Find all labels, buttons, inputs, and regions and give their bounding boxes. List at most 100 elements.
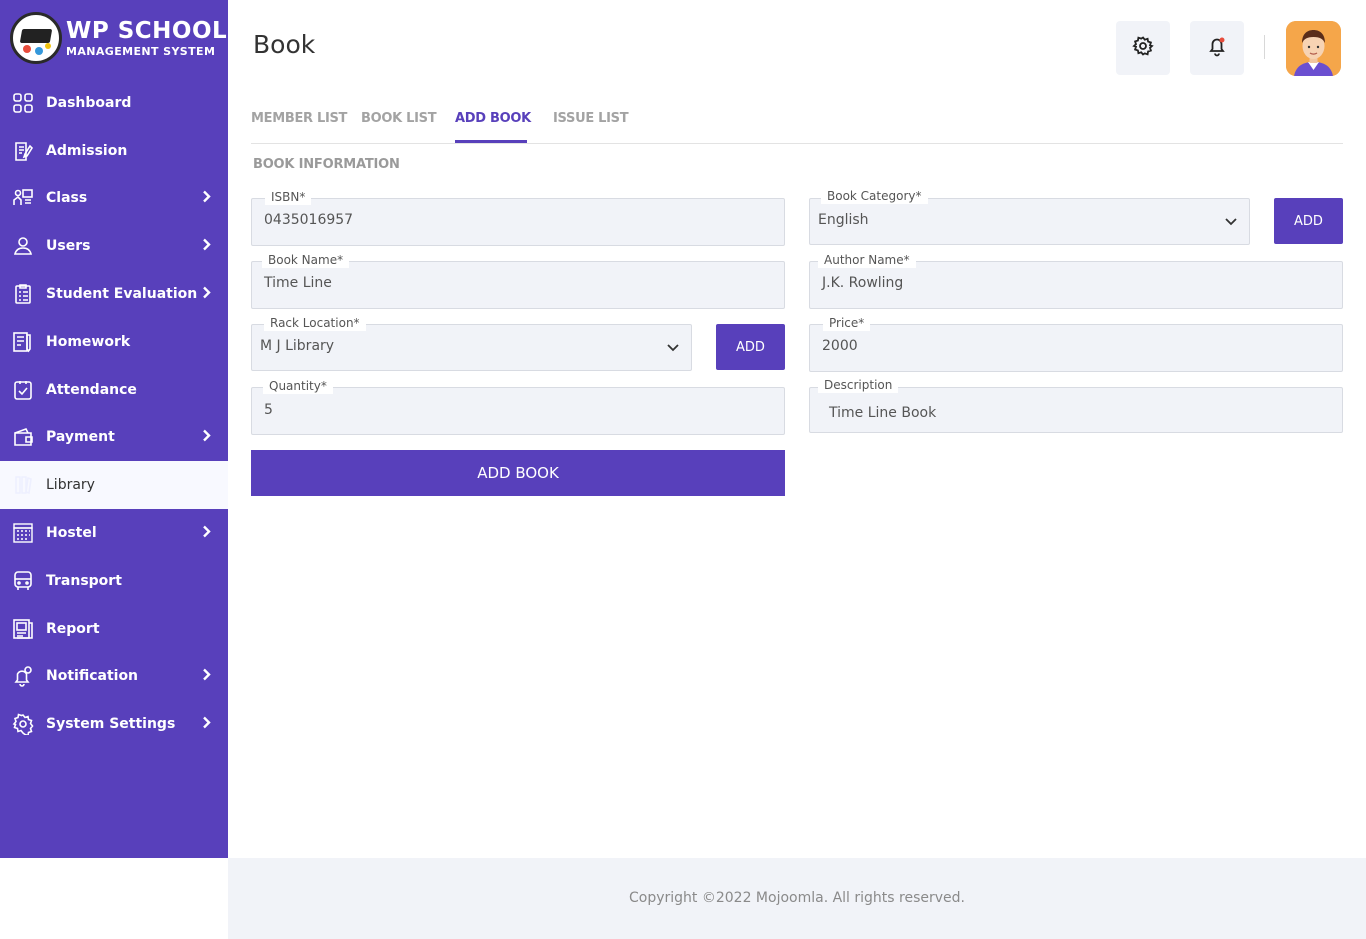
field-label: ISBN* bbox=[265, 190, 312, 205]
field-label: Author Name* bbox=[818, 253, 916, 268]
field-value: 0435016957 bbox=[264, 212, 354, 228]
field-value: Time Line Book bbox=[829, 405, 937, 421]
sidebar-item-student-evaluation[interactable]: Student Evaluation bbox=[0, 270, 228, 318]
section-title: BOOK INFORMATION bbox=[253, 157, 400, 172]
field-label: Quantity* bbox=[263, 379, 333, 394]
author-name-field[interactable]: Author Name* J.K. Rowling bbox=[809, 253, 1343, 309]
sidebar-item-dashboard[interactable]: Dashboard bbox=[0, 79, 228, 127]
sidebar-item-admission[interactable]: Admission bbox=[0, 127, 228, 175]
sidebar-item-label: Hostel bbox=[46, 525, 97, 542]
sidebar-item-label: Payment bbox=[46, 429, 115, 446]
sidebar-item-label: Report bbox=[46, 620, 100, 637]
chevron-right-icon bbox=[202, 715, 212, 734]
homework-icon bbox=[12, 331, 34, 353]
app-logo[interactable]: WP SCHOOL MANAGEMENT SYSTEM bbox=[10, 12, 227, 64]
report-icon bbox=[12, 618, 34, 640]
copyright-text: Copyright ©2022 Mojoomla. All rights res… bbox=[628, 890, 965, 906]
settings-button[interactable] bbox=[1116, 21, 1170, 75]
evaluation-icon bbox=[12, 283, 34, 305]
header-divider bbox=[1264, 35, 1265, 59]
chevron-right-icon bbox=[202, 237, 212, 256]
sidebar-item-label: Library bbox=[46, 477, 95, 494]
field-label: Price* bbox=[823, 316, 871, 331]
sidebar-item-label: Attendance bbox=[46, 381, 137, 398]
chevron-right-icon bbox=[202, 428, 212, 447]
description-textarea[interactable]: Description Time Line Book bbox=[809, 378, 1343, 433]
class-icon bbox=[12, 187, 34, 209]
sidebar-item-label: Admission bbox=[46, 142, 128, 159]
avatar-icon bbox=[1286, 21, 1341, 76]
field-value: Time Line bbox=[264, 275, 332, 291]
book-name-field[interactable]: Book Name* Time Line bbox=[251, 253, 785, 309]
bell-icon bbox=[1206, 35, 1228, 61]
logo-title: WP SCHOOL bbox=[66, 17, 228, 44]
sidebar-item-class[interactable]: Class bbox=[0, 175, 228, 223]
sidebar-item-attendance[interactable]: Attendance bbox=[0, 366, 228, 414]
library-icon bbox=[12, 474, 34, 496]
chevron-right-icon bbox=[202, 189, 212, 208]
user-icon bbox=[12, 235, 34, 257]
tab-issue-list[interactable]: ISSUE LIST bbox=[553, 111, 629, 126]
field-label: Description bbox=[818, 378, 899, 393]
tab-add-book[interactable]: ADD BOOK bbox=[455, 111, 531, 126]
library-tabs: MEMBER LIST BOOK LIST ADD BOOK ISSUE LIS… bbox=[251, 100, 1343, 144]
sidebar-nav: Dashboard Admission Class Users Student … bbox=[0, 79, 228, 748]
book-category-select[interactable]: Book Category* English bbox=[809, 189, 1250, 245]
chevron-right-icon bbox=[202, 285, 212, 304]
notifications-button[interactable] bbox=[1190, 21, 1244, 75]
field-label: Book Category* bbox=[821, 189, 928, 204]
field-label: Book Name* bbox=[262, 253, 350, 268]
sidebar-item-hostel[interactable]: Hostel bbox=[0, 509, 228, 557]
rack-location-select[interactable]: Rack Location* M J Library bbox=[251, 316, 692, 371]
add-category-button[interactable]: ADD bbox=[1274, 198, 1343, 244]
field-value: 2000 bbox=[822, 338, 858, 354]
dashboard-icon bbox=[12, 92, 34, 114]
sidebar-item-transport[interactable]: Transport bbox=[0, 557, 228, 605]
attendance-icon bbox=[12, 379, 34, 401]
admission-icon bbox=[12, 140, 34, 162]
active-tab-indicator bbox=[455, 140, 527, 143]
chevron-right-icon bbox=[202, 524, 212, 543]
sidebar-item-notification[interactable]: Notification bbox=[0, 653, 228, 701]
add-rack-button[interactable]: ADD bbox=[716, 324, 785, 370]
sidebar-item-payment[interactable]: Payment bbox=[0, 414, 228, 462]
sidebar-item-label: Dashboard bbox=[46, 94, 132, 111]
chevron-down-icon bbox=[665, 340, 681, 360]
tab-member-list[interactable]: MEMBER LIST bbox=[251, 111, 347, 126]
wallet-icon bbox=[12, 426, 34, 448]
field-value: J.K. Rowling bbox=[822, 275, 904, 291]
sidebar-item-label: System Settings bbox=[46, 716, 176, 733]
page-title: Book bbox=[253, 30, 316, 59]
sidebar-item-label: Users bbox=[46, 238, 91, 255]
sidebar-item-users[interactable]: Users bbox=[0, 222, 228, 270]
logo-emblem-icon bbox=[10, 12, 62, 64]
sidebar-item-label: Transport bbox=[46, 572, 122, 589]
gear-icon bbox=[1132, 35, 1154, 61]
add-book-button[interactable]: ADD BOOK bbox=[251, 450, 785, 496]
sidebar: WP SCHOOL MANAGEMENT SYSTEM Dashboard Ad… bbox=[0, 0, 228, 858]
sidebar-item-homework[interactable]: Homework bbox=[0, 318, 228, 366]
sidebar-item-report[interactable]: Report bbox=[0, 605, 228, 653]
field-label: Rack Location* bbox=[264, 316, 366, 331]
chevron-down-icon bbox=[1223, 214, 1239, 234]
field-value: English bbox=[818, 212, 869, 228]
tab-book-list[interactable]: BOOK LIST bbox=[361, 111, 437, 126]
field-value: 5 bbox=[264, 402, 273, 418]
sidebar-item-library[interactable]: Library bbox=[0, 461, 228, 510]
chevron-right-icon bbox=[202, 667, 212, 686]
sidebar-item-label: Notification bbox=[46, 668, 139, 685]
sidebar-item-label: Homework bbox=[46, 333, 131, 350]
sidebar-item-label: Student Evaluation bbox=[46, 286, 198, 303]
page-footer: Copyright ©2022 Mojoomla. All rights res… bbox=[228, 858, 1366, 939]
price-field[interactable]: Price* 2000 bbox=[809, 316, 1343, 372]
user-avatar[interactable] bbox=[1286, 21, 1341, 76]
sidebar-item-label: Class bbox=[46, 190, 88, 207]
notification-icon bbox=[12, 665, 34, 688]
isbn-field[interactable]: ISBN* 0435016957 bbox=[251, 190, 785, 246]
settings-icon bbox=[12, 713, 34, 736]
quantity-field[interactable]: Quantity* 5 bbox=[251, 379, 785, 435]
bus-icon bbox=[12, 570, 34, 592]
sidebar-item-system-settings[interactable]: System Settings bbox=[0, 700, 228, 748]
logo-subtitle: MANAGEMENT SYSTEM bbox=[66, 44, 216, 58]
field-value: M J Library bbox=[260, 338, 335, 354]
